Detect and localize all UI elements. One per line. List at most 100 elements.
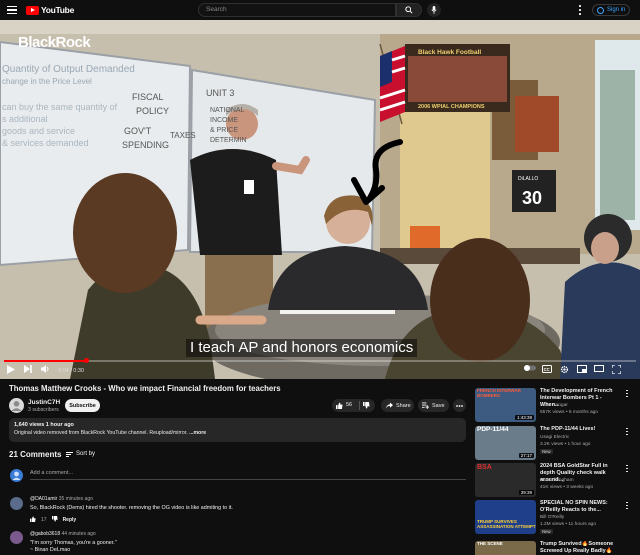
comment-author[interactable]: @DA01amir xyxy=(30,496,57,502)
video-thumbnail[interactable]: THE SCENE xyxy=(475,541,536,555)
board-line: FISCAL xyxy=(132,92,164,102)
related-video[interactable]: THE SCENE Trump Survived🔥Someone Screwed… xyxy=(475,541,640,555)
search-button[interactable] xyxy=(396,3,422,17)
description-box[interactable]: 1,640 views 1 hour ago Original video re… xyxy=(9,418,466,442)
more-options-icon[interactable] xyxy=(625,389,629,398)
channel-avatar[interactable] xyxy=(9,398,24,413)
thumbnail-text: FRENCH INTERWAR BOMBERS xyxy=(477,388,521,398)
video-thumbnail[interactable]: BSA 39:39 xyxy=(475,463,536,497)
related-channel[interactable]: Bill O'Reilly xyxy=(540,515,564,520)
video-player[interactable]: Quantity of Output Demanded change in th… xyxy=(0,20,640,379)
comment-author[interactable]: @gabob3618 xyxy=(30,531,60,537)
related-video[interactable]: FRENCH INTERWAR BOMBERS 1:43:39 The Deve… xyxy=(475,388,640,424)
related-video[interactable]: TRUMP SURVIVES ASSASSINATION ATTEMPT SPE… xyxy=(475,500,640,536)
more-horizontal-icon xyxy=(456,404,463,407)
new-badge: New xyxy=(540,449,553,454)
board-line: can buy the same quantity of xyxy=(2,102,118,112)
thumbs-down-icon xyxy=(51,516,58,522)
subscriber-count: 3 subscribers xyxy=(28,407,59,413)
comment-avatar[interactable] xyxy=(10,531,23,544)
person-avatar-icon xyxy=(12,471,21,480)
related-channel[interactable]: Usagi Electric xyxy=(540,435,569,440)
show-more-link[interactable]: ...more xyxy=(189,430,206,436)
save-button[interactable]: Save xyxy=(418,399,449,412)
more-actions-button[interactable] xyxy=(453,399,466,412)
fullscreen-button[interactable] xyxy=(612,365,624,377)
jersey-name: DiLALLO xyxy=(518,176,538,182)
duration-badge: 39:39 xyxy=(518,490,534,495)
board-line: GOV'T xyxy=(124,126,152,136)
related-video[interactable]: PDP-11/44 27:17 The PDP-11/44 Lives! Usa… xyxy=(475,426,640,462)
new-badge: New xyxy=(540,529,553,534)
subscribe-button[interactable]: Subscribe xyxy=(65,399,100,412)
miniplayer-button[interactable] xyxy=(577,365,589,377)
autoplay-toggle[interactable] xyxy=(524,365,536,377)
my-avatar xyxy=(10,469,23,482)
progress-bar[interactable] xyxy=(4,358,636,363)
save-label: Save xyxy=(432,402,445,409)
related-meta: 657K views • 6 months ago xyxy=(540,410,598,415)
search-input[interactable]: Search xyxy=(198,3,396,17)
related-title[interactable]: SPECIAL NO SPIN NEWS: O'Reilly Reacts to… xyxy=(540,500,617,514)
description-body: Original video removed from BlackRock Yo… xyxy=(14,430,190,436)
youtube-logo[interactable]: YouTube xyxy=(26,5,74,15)
sort-by-button[interactable]: Sort by xyxy=(66,451,95,457)
player-controls: 0:04 / 0:30 CC xyxy=(0,363,640,379)
board-line: SPENDING xyxy=(122,140,169,150)
share-button[interactable]: Share xyxy=(381,399,414,412)
settings-button[interactable] xyxy=(560,365,572,377)
volume-button[interactable] xyxy=(41,365,53,377)
miniplayer-icon xyxy=(577,365,587,373)
duration-badge: 1:43:39 xyxy=(514,415,534,420)
sign-in-label: Sign in xyxy=(607,7,626,13)
related-channel[interactable]: stuart fillingham xyxy=(540,478,574,483)
description-text: Original video removed from BlackRock Yo… xyxy=(14,430,461,436)
comment-count: 21 Comments xyxy=(9,450,62,459)
play-button[interactable] xyxy=(7,365,19,377)
related-title[interactable]: The PDP-11/44 Lives! xyxy=(540,426,617,433)
reply-button[interactable]: Reply xyxy=(63,517,77,523)
sign-in-button[interactable]: Sign in xyxy=(592,4,630,16)
settings-menu-icon[interactable] xyxy=(577,4,583,16)
comment-avatar[interactable] xyxy=(10,497,23,510)
like-button[interactable] xyxy=(336,402,343,411)
video-thumbnail[interactable]: PDP-11/44 27:17 xyxy=(475,426,536,460)
hamburger-menu-icon[interactable] xyxy=(7,6,17,14)
board-line: TAXES xyxy=(170,131,196,140)
board-line: DETERMIN xyxy=(210,137,247,144)
divider xyxy=(359,401,360,410)
board-line: UNIT 3 xyxy=(206,88,234,98)
more-options-icon[interactable] xyxy=(625,464,629,473)
jersey-number: 30 xyxy=(522,188,542,208)
closed-captions-icon: CC xyxy=(542,365,552,373)
video-thumbnail[interactable]: FRENCH INTERWAR BOMBERS 1:43:39 xyxy=(475,388,536,422)
comment-text-line2: ~ Binan DeLmao xyxy=(30,547,71,553)
play-icon xyxy=(7,365,15,374)
poster-title: Black Hawk Football xyxy=(418,49,481,56)
comment-like-button[interactable] xyxy=(30,516,36,524)
theater-mode-button[interactable] xyxy=(594,365,606,377)
search-icon xyxy=(405,6,413,14)
related-channel[interactable]: Ikoi's Hangar xyxy=(540,403,568,408)
related-title[interactable]: Trump Survived🔥Someone Screwed Up Really… xyxy=(540,541,617,555)
add-comment-input[interactable]: Add a comment... xyxy=(30,470,466,480)
channel-name[interactable]: JustinC7H xyxy=(28,399,60,406)
subtitles-button[interactable]: CC xyxy=(542,365,554,377)
more-options-icon[interactable] xyxy=(625,427,629,436)
comment-dislike-button[interactable] xyxy=(51,516,58,524)
dislike-button[interactable] xyxy=(363,402,370,411)
blackrock-logo: BlackRock xyxy=(18,34,91,51)
next-button[interactable] xyxy=(24,365,36,377)
sort-by-label: Sort by xyxy=(76,451,96,457)
thumbnail-text: BSA xyxy=(477,464,492,471)
account-icon xyxy=(597,6,604,14)
comment-time: 44 minutes ago xyxy=(61,531,96,537)
more-options-icon[interactable] xyxy=(625,501,629,510)
like-count: 56 xyxy=(346,402,353,408)
thumbs-up-icon xyxy=(336,402,343,409)
share-label: Share xyxy=(396,402,411,409)
voice-search-button[interactable] xyxy=(427,3,441,17)
related-video[interactable]: BSA 39:39 2024 BSA GoldStar Full in dept… xyxy=(475,463,640,499)
board-line: INCOME xyxy=(210,117,238,124)
video-thumbnail[interactable]: TRUMP SURVIVES ASSASSINATION ATTEMPT xyxy=(475,500,536,534)
